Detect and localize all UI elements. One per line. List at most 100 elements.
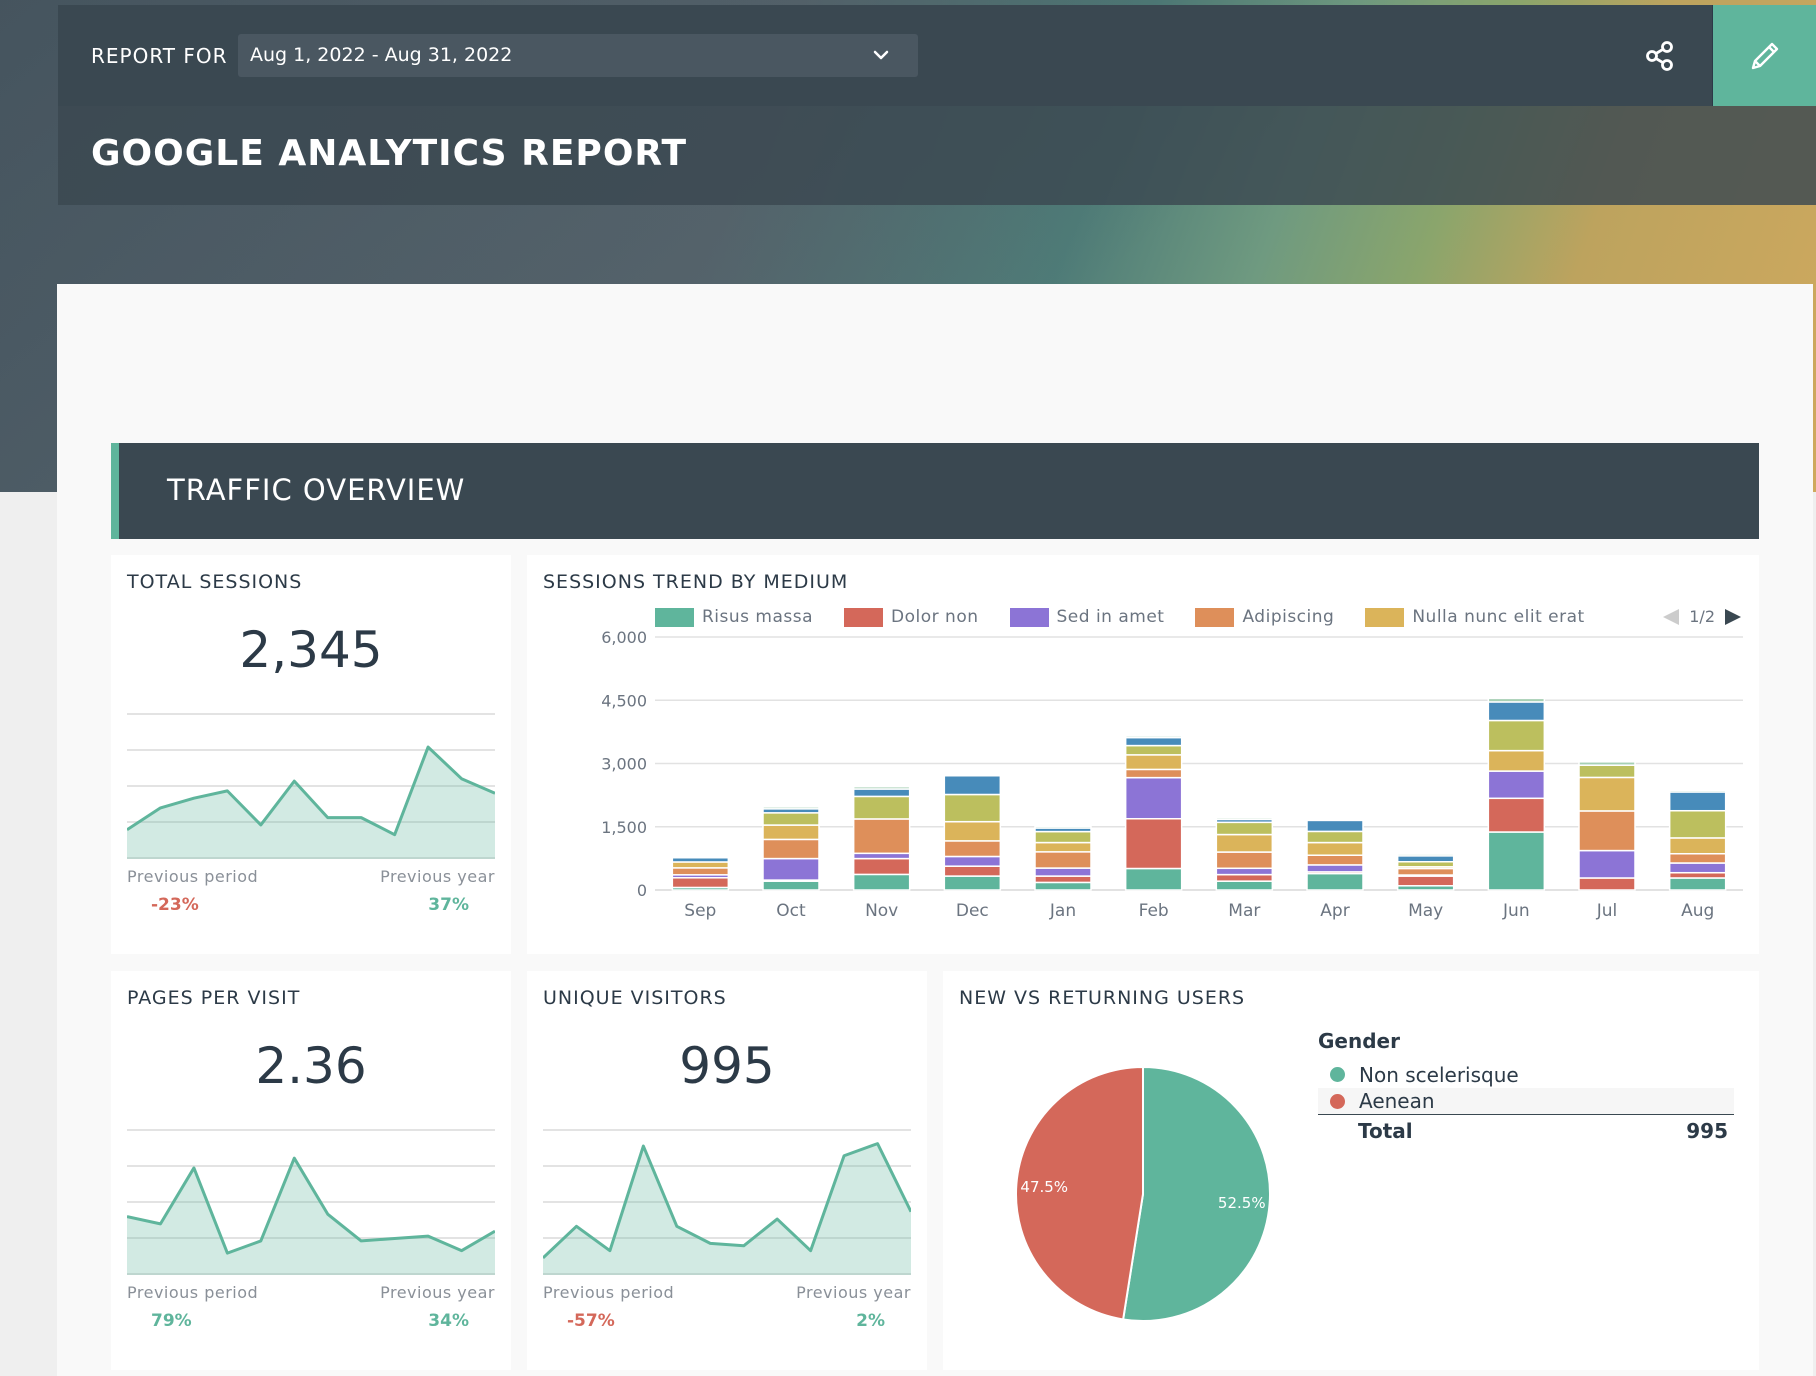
- bar-segment[interactable]: [762, 824, 820, 841]
- bar-segment[interactable]: [1124, 768, 1183, 779]
- bar-segment[interactable]: [852, 795, 911, 820]
- bar-segment[interactable]: [1124, 744, 1183, 756]
- bar-segment[interactable]: [1487, 770, 1546, 800]
- bar-segment[interactable]: [943, 875, 1002, 891]
- bar-segment[interactable]: [852, 788, 911, 798]
- bar-segment[interactable]: [852, 873, 911, 891]
- sparkline-area: [543, 1143, 911, 1275]
- bar-segment[interactable]: [1487, 831, 1546, 891]
- bar-segment[interactable]: [943, 855, 1002, 867]
- bar-segment[interactable]: [1396, 855, 1455, 863]
- y-tick-label: 1,500: [601, 818, 647, 837]
- pie-total-value: 995: [1686, 1119, 1728, 1143]
- bar-segment[interactable]: [1396, 853, 1455, 857]
- bar-segment[interactable]: [1396, 860, 1455, 868]
- bar-segment[interactable]: [1578, 761, 1636, 766]
- bar-segment[interactable]: [1215, 851, 1274, 870]
- bar-segment[interactable]: [1578, 877, 1636, 891]
- previous-year-value: 34%: [428, 1311, 469, 1331]
- bar-segment[interactable]: [852, 785, 911, 790]
- bar-segment[interactable]: [852, 857, 911, 876]
- bar-segment[interactable]: [1668, 877, 1727, 891]
- bar-segment[interactable]: [1034, 841, 1092, 853]
- previous-year-value: 2%: [856, 1311, 885, 1331]
- pie-legend-item[interactable]: Aenean: [1318, 1088, 1734, 1115]
- bar-segment[interactable]: [762, 857, 820, 881]
- edit-button[interactable]: [1712, 5, 1816, 106]
- bar-segment[interactable]: [1124, 754, 1183, 771]
- bar-segment[interactable]: [852, 852, 911, 860]
- bar-segment[interactable]: [1668, 871, 1727, 879]
- bar-segment[interactable]: [1578, 849, 1636, 879]
- bar-segment[interactable]: [1034, 867, 1092, 877]
- bar-segment[interactable]: [1215, 867, 1274, 876]
- bar-segment[interactable]: [1487, 697, 1546, 703]
- bar-segment[interactable]: [1034, 875, 1092, 884]
- bar-segment[interactable]: [1124, 735, 1183, 739]
- bar-segment[interactable]: [1578, 764, 1636, 779]
- bar-segment[interactable]: [1396, 875, 1455, 887]
- bar-segment[interactable]: [1306, 830, 1364, 844]
- bar-segment[interactable]: [943, 840, 1002, 858]
- pencil-icon: [1751, 42, 1778, 69]
- bar-segment[interactable]: [1034, 881, 1092, 891]
- bar-segment[interactable]: [762, 838, 820, 860]
- bar-segment[interactable]: [943, 820, 1002, 842]
- bar-segment[interactable]: [1396, 867, 1455, 876]
- pie-legend-item[interactable]: Non scelerisque: [1318, 1061, 1734, 1088]
- bar-segment[interactable]: [1306, 819, 1364, 833]
- bar-segment[interactable]: [762, 806, 820, 810]
- bar-segment[interactable]: [1215, 816, 1274, 821]
- bar-segment[interactable]: [1487, 797, 1546, 833]
- bar-segment[interactable]: [671, 855, 730, 859]
- bar-segment[interactable]: [1668, 789, 1727, 793]
- bar-segment[interactable]: [1124, 817, 1183, 870]
- bar-segment[interactable]: [1215, 833, 1274, 853]
- bar-segment[interactable]: [1668, 791, 1727, 812]
- bar-segment[interactable]: [1668, 852, 1727, 864]
- bar-segment[interactable]: [1124, 736, 1183, 747]
- bar-segment[interactable]: [943, 774, 1002, 796]
- y-tick-label: 3,000: [601, 755, 647, 774]
- bar-segment[interactable]: [671, 867, 730, 876]
- bar-segment[interactable]: [1124, 867, 1183, 891]
- bar-segment[interactable]: [1215, 873, 1274, 882]
- bar-segment[interactable]: [1668, 809, 1727, 839]
- bar-segment[interactable]: [1578, 776, 1636, 812]
- pie-total-row: Total 995: [1318, 1115, 1734, 1143]
- bar-segment[interactable]: [1215, 880, 1274, 891]
- bar-segment[interactable]: [1034, 851, 1092, 869]
- bar-segment[interactable]: [1668, 862, 1727, 874]
- bar-segment[interactable]: [1215, 821, 1274, 836]
- bar-segment[interactable]: [1306, 854, 1364, 866]
- bar-segment[interactable]: [1306, 872, 1364, 891]
- bar-segment[interactable]: [943, 773, 1002, 777]
- report-for-label: REPORT FOR: [91, 44, 228, 68]
- y-tick-label: 6,000: [601, 628, 647, 647]
- bar-segment[interactable]: [1306, 864, 1364, 873]
- bar-segment[interactable]: [1487, 749, 1546, 772]
- previous-period-label: Previous period: [127, 867, 259, 886]
- bar-segment[interactable]: [1578, 810, 1636, 852]
- previous-year-label: Previous year: [796, 1283, 911, 1302]
- bar-segment[interactable]: [671, 861, 730, 869]
- x-tick-label: May: [1408, 901, 1443, 921]
- date-range-select[interactable]: Aug 1, 2022 - Aug 31, 2022: [238, 34, 918, 77]
- previous-year-value: 37%: [428, 895, 469, 915]
- bar-segment[interactable]: [1487, 701, 1546, 722]
- bar-segment[interactable]: [1668, 837, 1727, 855]
- share-button[interactable]: [1640, 36, 1680, 76]
- bar-segment[interactable]: [762, 812, 820, 826]
- bar-segment[interactable]: [943, 793, 1002, 823]
- bar-segment[interactable]: [1034, 825, 1092, 829]
- bar-segment[interactable]: [1487, 719, 1546, 752]
- bar-segment[interactable]: [1306, 841, 1364, 856]
- previous-year-label: Previous year: [380, 1283, 495, 1302]
- bar-segment[interactable]: [762, 880, 820, 891]
- bar-segment[interactable]: [1034, 830, 1092, 844]
- bar-segment[interactable]: [1124, 776, 1183, 820]
- bar-segment[interactable]: [671, 877, 730, 889]
- bar-segment[interactable]: [852, 818, 911, 855]
- bar-segment[interactable]: [943, 865, 1002, 877]
- card-title: TOTAL SESSIONS: [127, 571, 303, 593]
